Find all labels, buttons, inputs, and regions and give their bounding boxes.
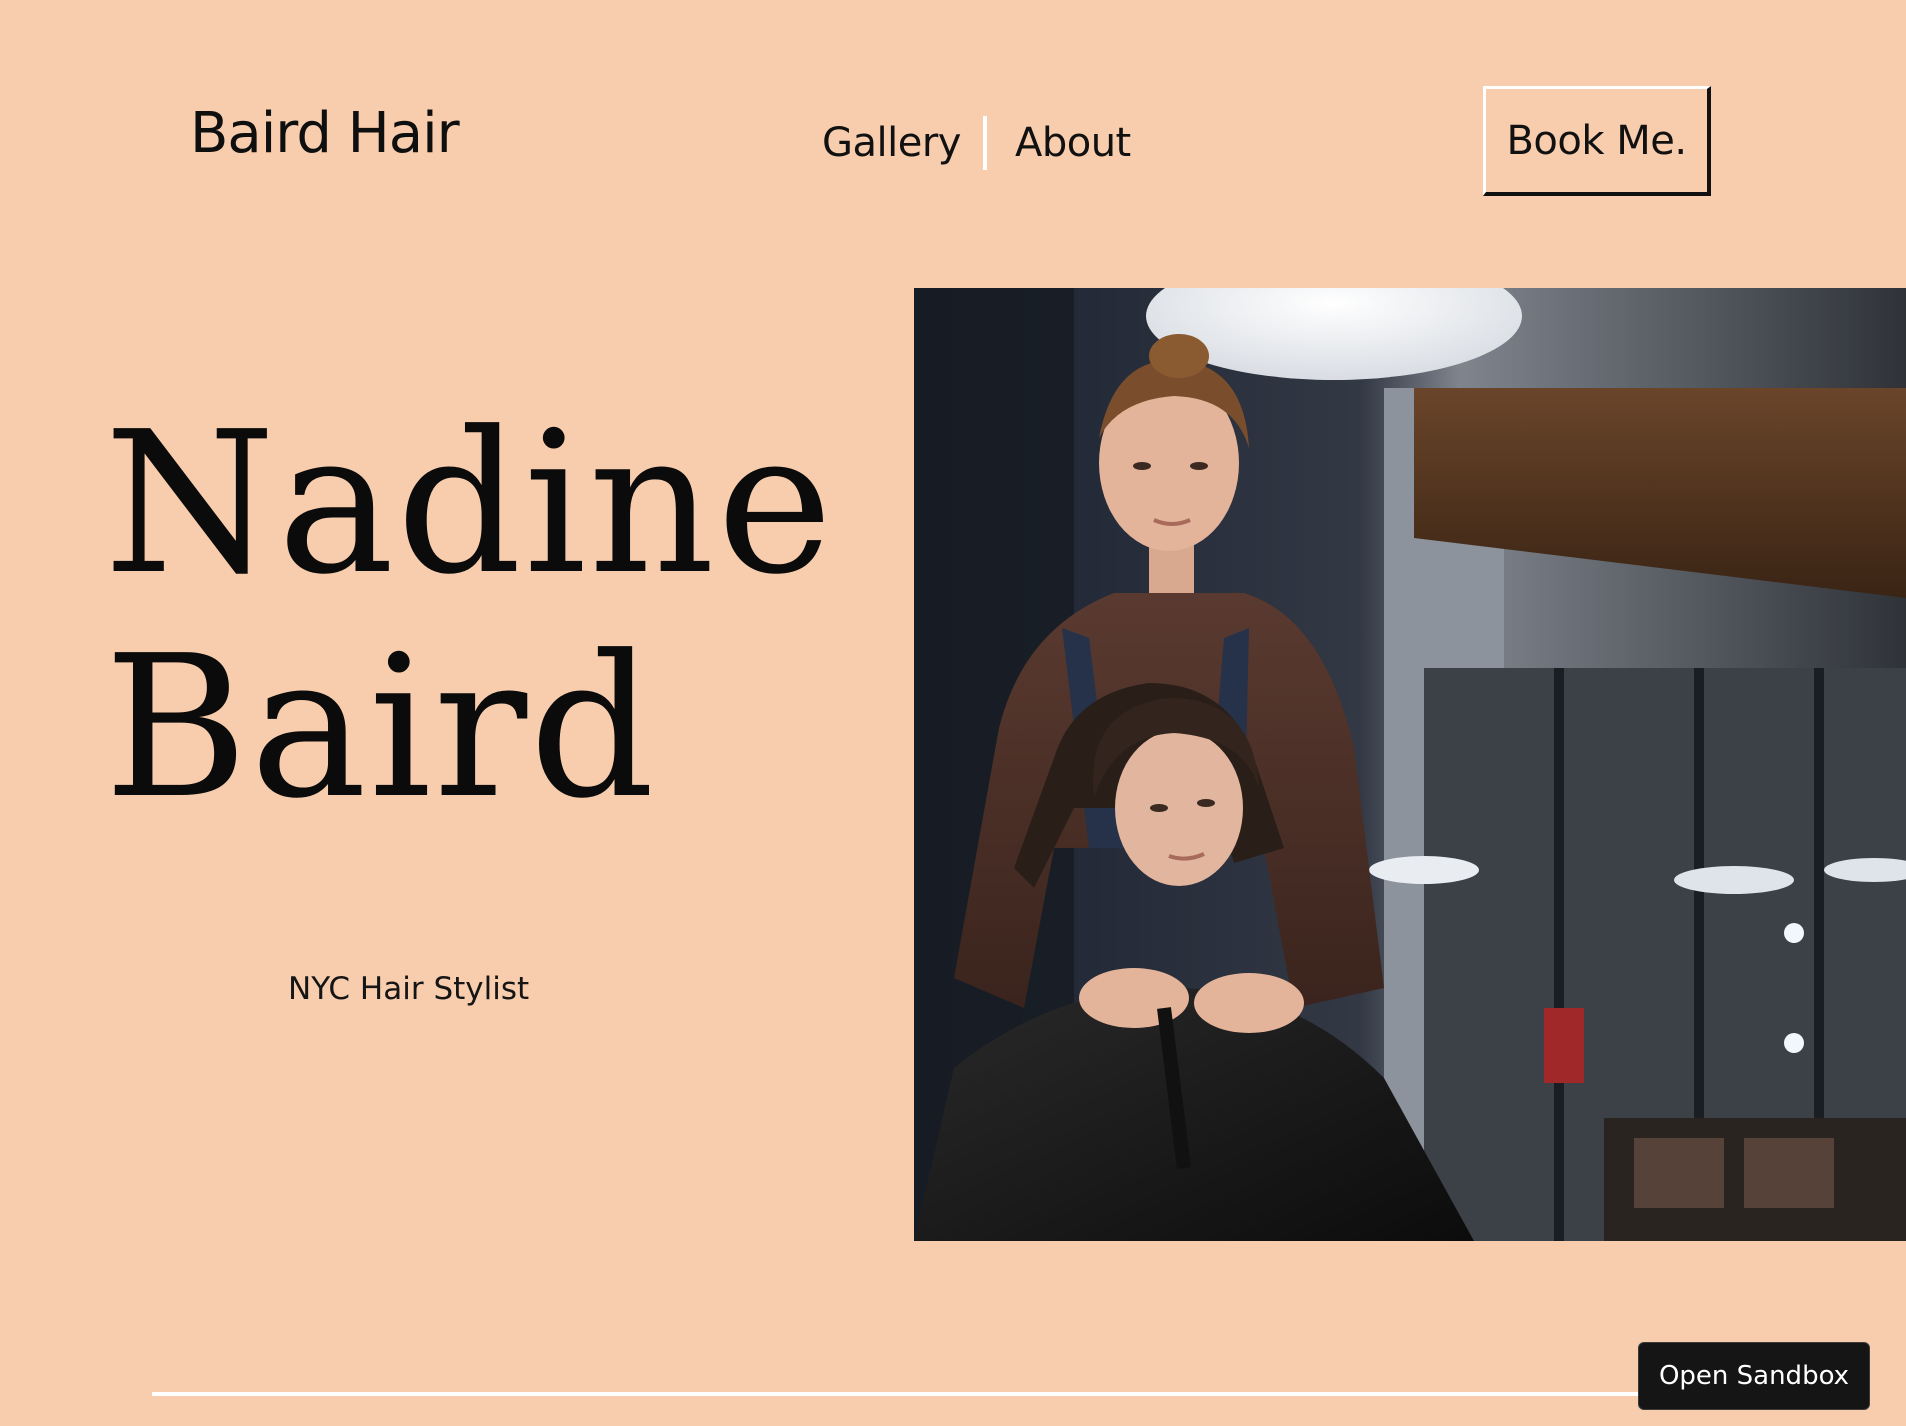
footer-divider [152,1392,1660,1396]
open-sandbox-button[interactable]: Open Sandbox [1638,1342,1870,1410]
hero-subtitle: NYC Hair Stylist [288,971,530,1007]
nav-divider [982,116,987,170]
book-me-button[interactable]: Book Me. [1483,86,1711,196]
main-nav: Gallery About [822,116,1131,170]
hero-name: Nadine Baird [104,392,835,840]
hero-name-last: Baird [104,614,657,842]
nav-link-about[interactable]: About [1015,123,1131,163]
page: Baird Hair Gallery About Book Me. Nadine… [0,0,1906,1426]
stylist-photo [914,288,1906,1241]
brand-logo[interactable]: Baird Hair [190,106,460,162]
nav-link-gallery[interactable]: Gallery [822,123,961,163]
hero-name-first: Nadine [104,390,835,618]
